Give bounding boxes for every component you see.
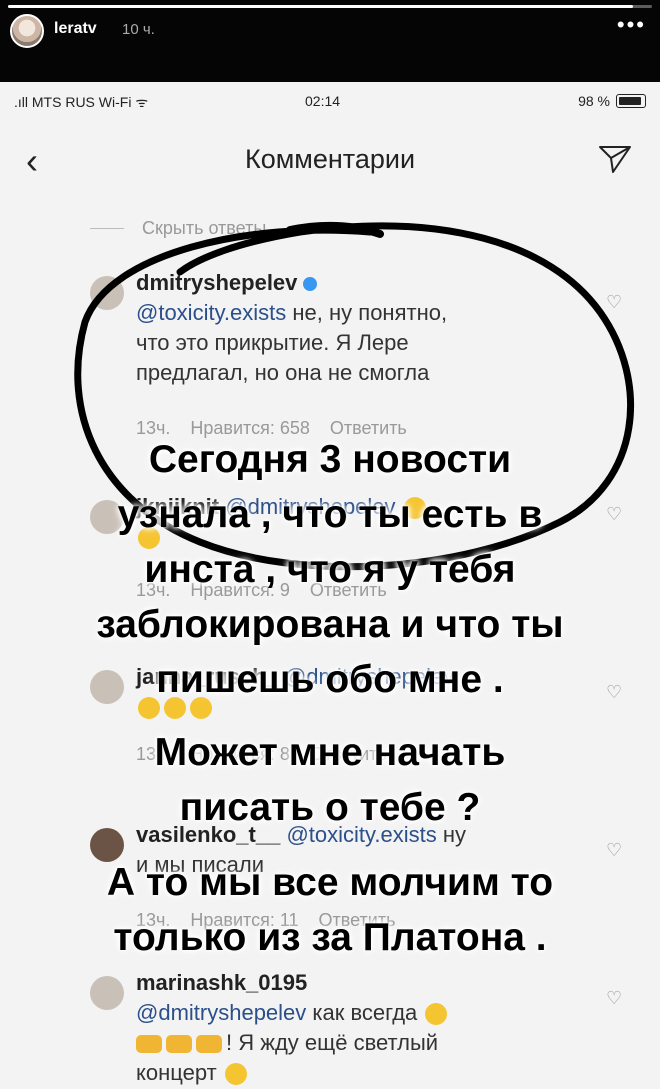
avatar[interactable] [90,976,124,1010]
comment-text: ! Я жду ещё светлый [226,1030,439,1055]
pointing-hand-icon [196,1035,222,1054]
send-icon[interactable] [598,144,632,174]
overlay-text-line: писать о тебе ? [179,786,481,829]
comment-username[interactable]: marinashk_0195 [136,970,307,995]
battery-icon [616,94,646,108]
story-text-overlay: Сегодня 3 новости узнала , что ты есть в… [0,440,660,957]
comment-text: предлагал, но она не смогла [136,360,430,385]
nav-bar: ‹ Комментарии [0,118,660,198]
smiling-emoji-icon [224,1063,247,1086]
pointing-hand-icon [166,1035,192,1054]
avatar[interactable] [90,276,124,310]
laughing-emoji-icon [425,1003,448,1026]
story-header: leratv 10 ч. ••• [0,0,660,82]
page-title: Комментарии [244,144,416,174]
overlay-text-line: заблокирована и что ты [96,603,564,646]
pointing-hand-icon [136,1035,162,1054]
hide-replies-divider [90,228,124,229]
comment-time: 13ч. [136,418,171,438]
comment-text: не, ну понятно, [286,300,448,325]
overlay-text-line: узнала , что ты есть в [117,493,543,536]
overlay-text-line: А то мы все молчим то [106,861,554,904]
comment-body: dmitryshepelev @toxicity.exists не, ну п… [136,268,447,388]
overlay-text-line: инста , что я у тебя [144,548,516,591]
status-bar: .ıll MTS RUS Wi-Fi ᯤ 02:14 98 % [0,82,660,118]
comment-likes[interactable]: Нравится: 658 [190,418,309,438]
like-heart-icon[interactable]: ♡ [606,988,626,1008]
comment-mention[interactable]: @toxicity.exists [136,300,286,325]
overlay-text-line: пишешь обо мне . [156,658,504,701]
overlay-text-line: Может мне начать [154,731,506,774]
story-avatar[interactable] [10,14,44,48]
more-options-icon[interactable]: ••• [617,12,646,38]
story-username[interactable]: leratv [54,20,97,38]
carrier-label: .ıll MTS RUS Wi-Fi ᯤ [14,94,149,110]
overlay-text-line: Сегодня 3 новости [148,438,512,481]
comment-text: концерт [136,1060,217,1085]
comment-mention[interactable]: @dmitryshepelev [136,1000,306,1025]
comment-meta: 13ч. Нравится: 658 Ответить [136,418,427,439]
comment-body: marinashk_0195 @dmitryshepelev как всегд… [136,968,449,1088]
story-time: 10 ч. [122,21,155,38]
comment-text: что это прикрытие. Я Лере [136,330,409,355]
overlay-text-line: только из за Платона . [113,916,547,959]
hide-replies-link[interactable]: Скрыть ответы [142,218,266,239]
status-clock: 02:14 [305,93,341,109]
like-heart-icon[interactable]: ♡ [606,292,626,312]
verified-badge-icon [303,277,318,292]
comment-text: как всегда [306,1000,418,1025]
story-progress-bar [8,5,652,8]
battery-percent: 98 % [578,93,610,109]
comment-username[interactable]: dmitryshepelev [136,270,297,295]
story-progress-fill [8,5,633,8]
reply-button[interactable]: Ответить [330,418,407,438]
